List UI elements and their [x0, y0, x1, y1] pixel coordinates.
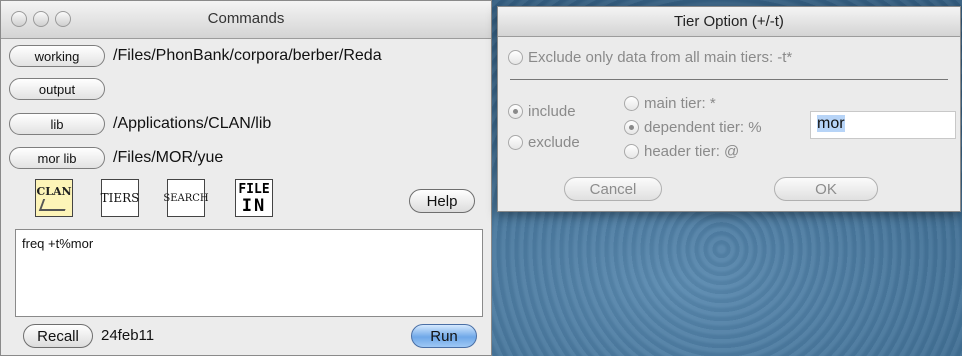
- tier-option-title: Tier Option (+/-t): [674, 13, 784, 30]
- cancel-button[interactable]: Cancel: [564, 177, 662, 201]
- include-option[interactable]: include: [508, 103, 576, 120]
- main-tier-option[interactable]: main tier: *: [624, 95, 716, 112]
- tier-option-titlebar[interactable]: Tier Option (+/-t): [498, 7, 960, 37]
- dependent-tier-input[interactable]: mor: [810, 111, 956, 139]
- dependent-tier-value: mor: [817, 115, 845, 132]
- date-label: 24feb11: [101, 327, 155, 344]
- header-tier-label: header tier: @: [644, 143, 740, 160]
- tiers-icon-label: TIERS: [100, 191, 140, 205]
- include-radio[interactable]: [508, 104, 523, 119]
- morlib-path: /Files/MOR/yue: [113, 149, 224, 166]
- commands-titlebar[interactable]: Commands: [1, 1, 491, 39]
- exclude-main-radio[interactable]: [508, 50, 523, 65]
- tiers-icon[interactable]: TIERS: [101, 179, 139, 217]
- clan-icon-label: CLAN: [36, 184, 72, 198]
- exclude-label: exclude: [528, 134, 580, 151]
- commands-window: Commands working /Files/PhonBank/corpora…: [0, 0, 492, 356]
- lib-button[interactable]: lib: [9, 113, 105, 135]
- header-tier-option[interactable]: header tier: @: [624, 143, 739, 160]
- main-tier-radio[interactable]: [624, 96, 639, 111]
- morlib-button[interactable]: mor lib: [9, 147, 105, 169]
- working-path: /Files/PhonBank/corpora/berber/Reda: [113, 47, 382, 64]
- commands-title: Commands: [207, 10, 285, 27]
- command-input[interactable]: freq +t%mor: [15, 229, 483, 317]
- output-button[interactable]: output: [9, 78, 105, 100]
- lib-path: /Applications/CLAN/lib: [113, 115, 272, 132]
- clan-icon[interactable]: CLAN: [35, 179, 73, 217]
- recall-button[interactable]: Recall: [23, 324, 93, 348]
- tier-option-dialog: Tier Option (+/-t) Exclude only data fro…: [497, 6, 961, 212]
- search-icon-label: SEARCH: [163, 192, 209, 204]
- search-icon[interactable]: SEARCH: [163, 179, 209, 217]
- working-button[interactable]: working: [9, 45, 105, 67]
- help-button[interactable]: Help: [409, 189, 475, 213]
- header-tier-radio[interactable]: [624, 144, 639, 159]
- exclude-main-label: Exclude only data from all main tiers: -…: [528, 49, 793, 66]
- separator: [510, 79, 948, 80]
- file-in-icon-bottom: IN: [241, 196, 267, 216]
- main-tier-label: main tier: *: [644, 95, 716, 112]
- dependent-tier-radio[interactable]: [624, 120, 639, 135]
- file-in-icon[interactable]: FILE IN: [235, 179, 273, 217]
- include-label: include: [528, 103, 576, 120]
- run-button[interactable]: Run: [411, 324, 477, 348]
- dependent-tier-label: dependent tier: %: [644, 119, 762, 136]
- exclude-option[interactable]: exclude: [508, 134, 580, 151]
- exclude-main-option[interactable]: Exclude only data from all main tiers: -…: [508, 49, 792, 66]
- ok-button[interactable]: OK: [774, 177, 878, 201]
- dependent-tier-option[interactable]: dependent tier: %: [624, 119, 762, 136]
- clan-scribble-icon: [38, 198, 70, 211]
- exclude-radio[interactable]: [508, 135, 523, 150]
